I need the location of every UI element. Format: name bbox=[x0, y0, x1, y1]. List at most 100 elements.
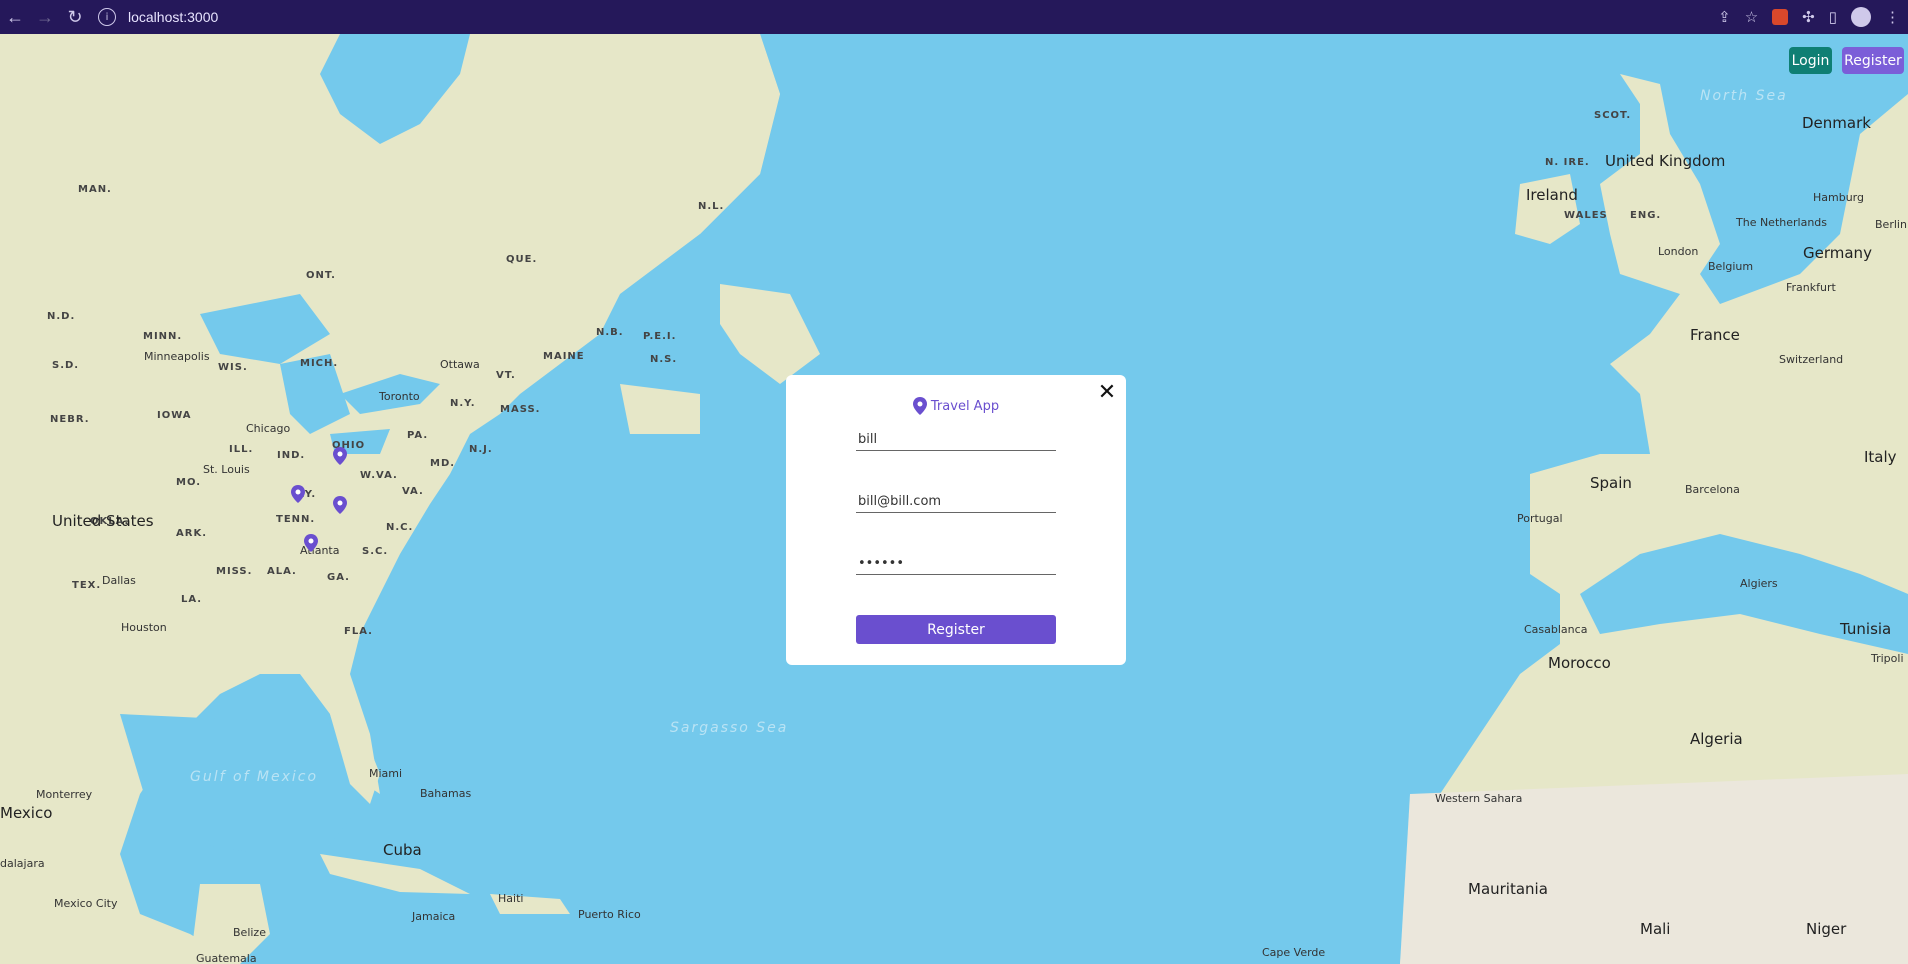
map-label-state: NEBR. bbox=[50, 414, 90, 425]
sidebar-icon[interactable]: ▯ bbox=[1829, 8, 1837, 26]
map-label-city: Switzerland bbox=[1779, 353, 1844, 366]
location-pin-icon[interactable] bbox=[333, 496, 347, 514]
map-label-country: Spain bbox=[1590, 474, 1632, 492]
map-label-city: Cape Verde bbox=[1262, 946, 1326, 959]
address-bar[interactable]: i localhost:3000 bbox=[98, 4, 1658, 30]
share-icon[interactable]: ⇪ bbox=[1718, 8, 1731, 26]
map-label-state: ILL. bbox=[229, 444, 254, 455]
map-label-state: TENN. bbox=[276, 514, 316, 525]
map-label-state: WALES bbox=[1564, 210, 1608, 221]
map-label-country: Mexico bbox=[0, 804, 53, 822]
location-pin-icon[interactable] bbox=[333, 447, 347, 465]
map-label-state: MO. bbox=[176, 477, 202, 488]
extension-icon[interactable] bbox=[1772, 9, 1789, 25]
map-label-state: VA. bbox=[402, 486, 424, 497]
map-label-state: N.J. bbox=[469, 444, 493, 455]
map-label-state: WIS. bbox=[218, 362, 248, 373]
map-label-state: IOWA bbox=[157, 410, 192, 421]
map-label-state: N.Y. bbox=[450, 398, 476, 409]
map-label-city: Belize bbox=[233, 926, 266, 939]
map-label-state: MISS. bbox=[216, 566, 253, 577]
map-label-state: GA. bbox=[327, 572, 350, 583]
map-label-state: PA. bbox=[407, 430, 429, 441]
map-label-city: dalajara bbox=[0, 857, 45, 870]
map-label-city: Belgium bbox=[1708, 260, 1754, 273]
map-label-state: VT. bbox=[496, 370, 516, 381]
map-label-state: LA. bbox=[181, 594, 203, 605]
map-label-city: Western Sahara bbox=[1435, 792, 1523, 805]
login-button[interactable]: Login bbox=[1789, 47, 1832, 74]
map-label-country: United States bbox=[52, 512, 154, 530]
map-label-country: Ireland bbox=[1526, 186, 1578, 204]
map-label-city: Dallas bbox=[102, 574, 136, 587]
location-pin-icon[interactable] bbox=[304, 534, 318, 552]
url-text: localhost:3000 bbox=[128, 9, 219, 25]
map-label-country: Germany bbox=[1803, 244, 1872, 262]
map-label-city: Monterrey bbox=[36, 788, 93, 801]
forward-icon[interactable]: → bbox=[30, 2, 60, 32]
bookmark-star-icon[interactable]: ☆ bbox=[1745, 8, 1758, 26]
map-label-sea: Gulf of Mexico bbox=[190, 769, 319, 785]
map-label-country: Mauritania bbox=[1468, 880, 1548, 898]
map-label-state: QUE. bbox=[506, 254, 538, 265]
map-label-city: Algiers bbox=[1740, 577, 1778, 590]
back-icon[interactable]: ← bbox=[0, 2, 30, 32]
app-logo: Travel App bbox=[786, 397, 1126, 415]
map-label-city: Puerto Rico bbox=[578, 908, 641, 921]
map-label-state: TEX. bbox=[72, 580, 102, 591]
map-label-state: MD. bbox=[430, 458, 456, 469]
username-input[interactable] bbox=[856, 429, 1056, 451]
email-input[interactable] bbox=[856, 491, 1056, 513]
map-label-city: Miami bbox=[369, 767, 403, 780]
map-label-city: Tripoli bbox=[1871, 652, 1904, 665]
map-label-state: W.VA. bbox=[360, 470, 398, 481]
map-label-city: Houston bbox=[121, 621, 167, 634]
map-label-state: MASS. bbox=[500, 404, 541, 415]
map-label-state: P.E.I. bbox=[643, 331, 677, 342]
location-pin-icon[interactable] bbox=[291, 485, 305, 503]
register-modal: ✕ Travel App Register bbox=[786, 375, 1126, 665]
map-label-sea: Sargasso Sea bbox=[670, 720, 789, 736]
register-button[interactable]: Register bbox=[1842, 47, 1904, 74]
map-label-state: N.C. bbox=[386, 522, 414, 533]
map-label-state: MAINE bbox=[543, 351, 585, 362]
info-icon[interactable]: i bbox=[98, 8, 116, 26]
map-label-state: S.C. bbox=[362, 546, 389, 557]
map-label-country: Denmark bbox=[1802, 114, 1871, 132]
map-label-city: London bbox=[1658, 245, 1699, 258]
map-label-state: ARK. bbox=[176, 528, 207, 539]
map-label-country: United Kingdom bbox=[1605, 152, 1726, 170]
menu-dots-icon[interactable]: ⋮ bbox=[1885, 8, 1900, 26]
profile-avatar[interactable] bbox=[1851, 7, 1871, 27]
map-label-state: ENG. bbox=[1630, 210, 1662, 221]
map-label-state: N.D. bbox=[47, 311, 76, 322]
map-label-state: FLA. bbox=[344, 626, 373, 637]
map-label-sea: North Sea bbox=[1700, 88, 1788, 104]
map-label-city: Casablanca bbox=[1524, 623, 1588, 636]
browser-toolbar: ← → ↻ i localhost:3000 ⇪ ☆ ✣ ▯ ⋮ bbox=[0, 0, 1908, 34]
map-label-city: St. Louis bbox=[203, 463, 250, 476]
map-label-country: Algeria bbox=[1690, 730, 1743, 748]
reload-icon[interactable]: ↻ bbox=[60, 2, 90, 32]
map-label-city: Barcelona bbox=[1685, 483, 1740, 496]
location-pin-icon bbox=[912, 397, 927, 415]
map-label-country: Niger bbox=[1806, 920, 1847, 938]
map-label-city: Frankfurt bbox=[1786, 281, 1836, 294]
map-label-state: N. IRE. bbox=[1545, 157, 1590, 168]
map-label-state: MAN. bbox=[78, 184, 112, 195]
map-label-city: Mexico City bbox=[54, 897, 118, 910]
map-label-city: Jamaica bbox=[412, 910, 456, 923]
map-label-country: Italy bbox=[1864, 448, 1897, 466]
map-label-country: Cuba bbox=[383, 841, 422, 859]
puzzle-icon[interactable]: ✣ bbox=[1802, 8, 1815, 26]
map-label-country: Tunisia bbox=[1840, 620, 1892, 638]
map-label-state: N.L. bbox=[698, 201, 725, 212]
map-label-state: N.B. bbox=[596, 327, 624, 338]
app-name: Travel App bbox=[930, 398, 1000, 414]
map-label-state: IND. bbox=[277, 450, 306, 461]
map-label-state: MICH. bbox=[300, 358, 339, 369]
register-submit-button[interactable]: Register bbox=[856, 615, 1056, 644]
password-input[interactable] bbox=[856, 553, 1056, 575]
map-label-city: Toronto bbox=[379, 390, 420, 403]
map-label-state: S.D. bbox=[52, 360, 80, 371]
